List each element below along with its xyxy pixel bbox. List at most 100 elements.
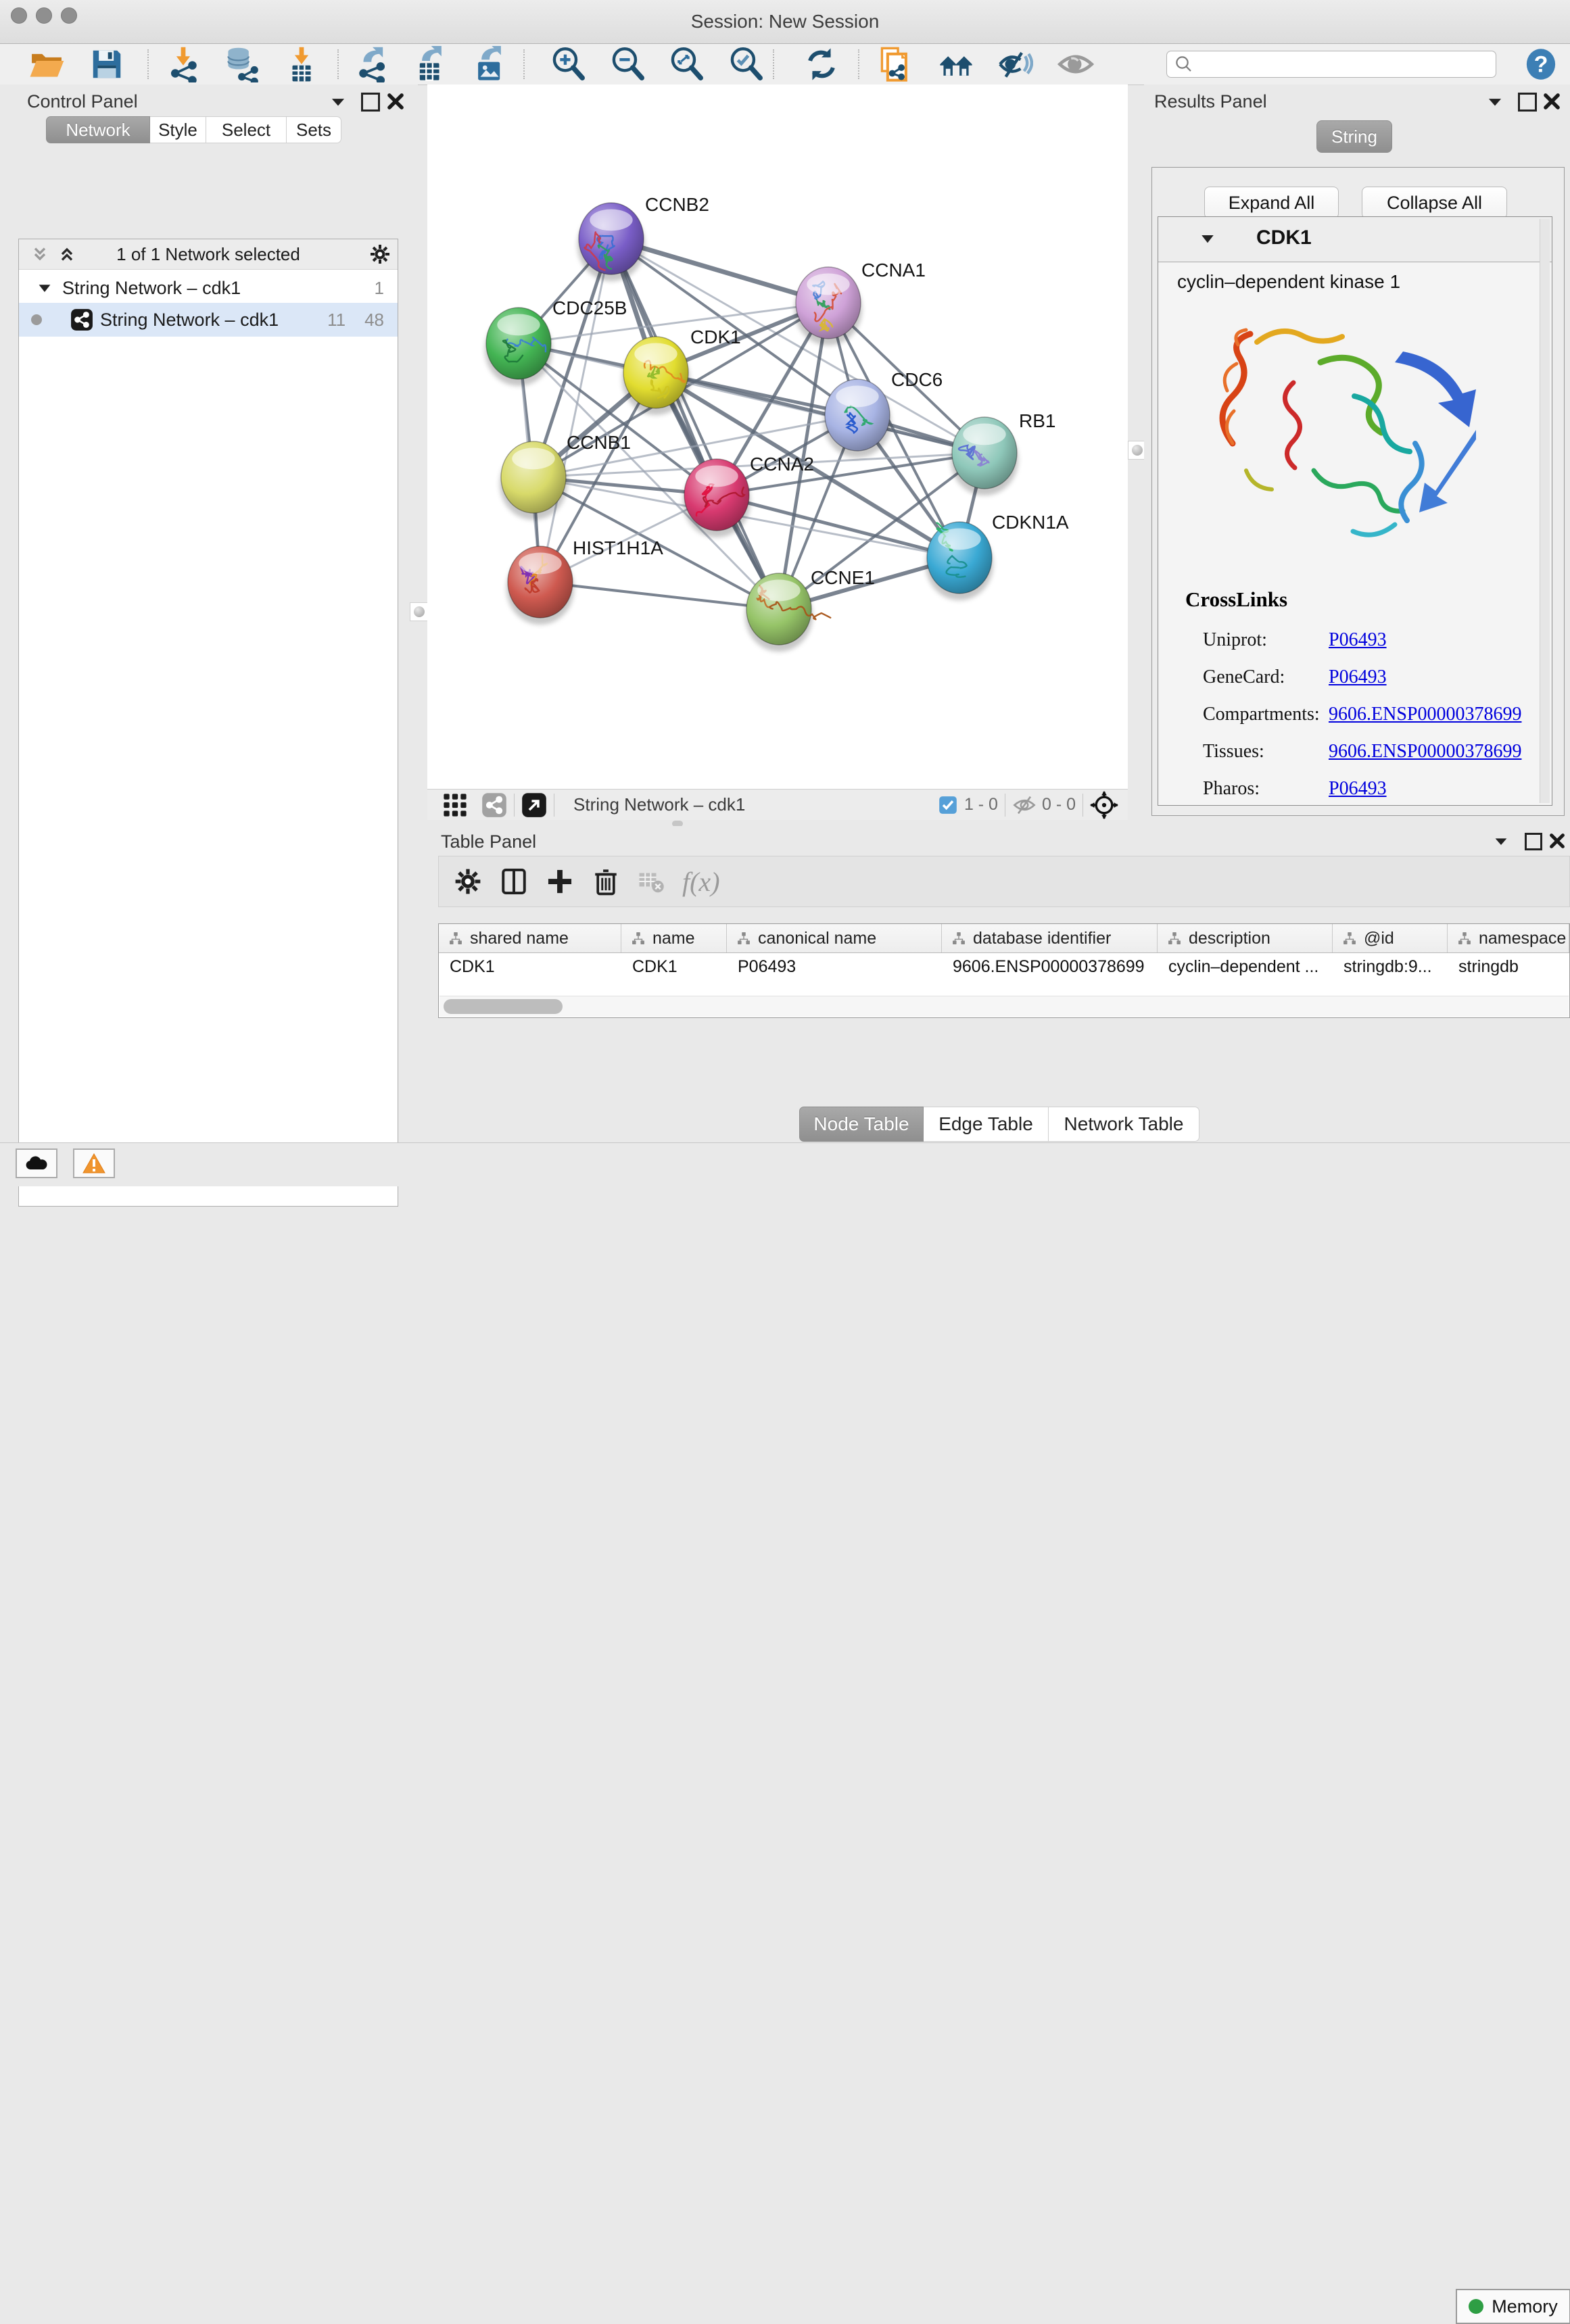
tab-string[interactable]: String [1316,120,1392,153]
control-panel-menu-icon[interactable] [329,94,347,109]
selected-counts: 1 - 0 [964,795,998,815]
table-panel-menu-icon[interactable] [1493,834,1509,848]
crosslink-label: GeneCard: [1203,667,1329,688]
zoom-fit-button[interactable] [668,45,706,83]
goto-network-icon[interactable] [521,792,547,818]
column-header-description[interactable]: description [1158,924,1333,952]
results-panel-close-icon[interactable] [1543,93,1561,110]
column-header-id[interactable]: @id [1333,924,1448,952]
memory-button[interactable]: Memory [1456,2289,1570,2324]
table-cell[interactable]: stringdb:9... [1333,953,1448,980]
warning-status-button[interactable] [73,1148,115,1178]
tab-network-table[interactable]: Network Table [1049,1107,1199,1142]
column-header-databaseidentifier[interactable]: database identifier [942,924,1158,952]
crosslink-link[interactable]: P06493 [1329,778,1387,800]
result-card-header[interactable]: CDK1 [1158,217,1552,262]
hidden-eye-icon[interactable] [1012,795,1037,815]
node-label: CDK1 [690,326,741,347]
search-field[interactable] [1166,51,1496,78]
selected-checkbox-icon[interactable] [938,796,957,815]
import-table-button[interactable] [283,45,320,83]
crosslink-link[interactable]: 9606.ENSP00000378699 [1329,704,1521,725]
first-neighbors-button[interactable] [876,45,913,83]
control-panel: Control Panel NetworkStyleSelectSets 1 o… [0,84,418,1142]
export-network-button[interactable] [354,45,391,83]
help-button[interactable]: ? [1522,45,1560,83]
tab-node-table[interactable]: Node Table [799,1107,924,1142]
delete-column-trash-icon[interactable] [592,867,620,896]
refresh-button[interactable] [803,45,840,83]
zoom-in-button[interactable] [550,45,588,83]
save-session-button[interactable] [88,45,126,83]
table-horizontal-scrollbar[interactable] [439,996,1569,1017]
table-row[interactable]: CDK1CDK1P064939606.ENSP00000378699cyclin… [439,953,1569,980]
network-edge-count: 48 [364,310,384,331]
node-label: CCNB1 [567,432,631,453]
network-options-gear-icon[interactable] [369,243,391,265]
toolbar-separator [858,49,859,79]
table-cell[interactable]: 9606.ENSP00000378699 [942,953,1158,980]
network-share-icon[interactable] [481,792,507,818]
results-scrollbar[interactable] [1540,219,1550,803]
crosslink-link[interactable]: P06493 [1329,667,1387,688]
birdseye-grid-icon[interactable] [442,792,468,818]
hide-glass-button[interactable] [996,45,1034,83]
expand-all-button[interactable]: Expand All [1204,187,1339,219]
export-table-button[interactable] [411,45,449,83]
table-cell[interactable]: cyclin–dependent ... [1158,953,1333,980]
left-splitter-handle[interactable] [410,602,429,621]
table-cell[interactable]: CDK1 [439,953,621,980]
tab-style[interactable]: Style [150,116,206,143]
control-panel-close-icon[interactable] [387,93,404,110]
scrollbar-thumb[interactable] [444,999,563,1014]
control-panel-tabs: NetworkStyleSelectSets [46,116,341,143]
column-header-canonicalname[interactable]: canonical name [727,924,942,952]
gene-description: cyclin–dependent kinase 1 [1177,271,1400,293]
table-gear-icon[interactable] [454,867,482,896]
results-panel-menu-icon[interactable] [1486,94,1504,109]
table-panel-float-icon[interactable] [1525,833,1542,850]
crosslink-link[interactable]: 9606.ENSP00000378699 [1329,741,1521,762]
column-header-sharedname[interactable]: shared name [439,924,621,952]
tab-network[interactable]: Network [46,116,150,143]
tab-select[interactable]: Select [206,116,287,143]
tab-edge-table[interactable]: Edge Table [924,1107,1049,1142]
fit-selected-crosshair-icon[interactable] [1090,791,1118,819]
show-columns-icon[interactable] [500,867,528,896]
show-glass-button[interactable] [1057,45,1095,83]
import-network-from-database-button[interactable] [222,45,260,83]
string-home-button[interactable] [937,45,975,83]
results-panel-float-icon[interactable] [1518,93,1537,112]
open-session-button[interactable] [28,45,66,83]
table-panel-close-icon[interactable] [1549,833,1565,849]
zoom-selected-icon [728,46,765,82]
network-canvas[interactable]: CCNB2CCNA1CDC25BCDK1CDC6RB1CCNB1CCNA2CDK… [427,84,1128,789]
tree-expander-icon[interactable] [37,281,53,295]
collapse-entry-icon[interactable] [1199,232,1216,245]
table-cell[interactable]: CDK1 [621,953,727,980]
table-cell[interactable]: P06493 [727,953,942,980]
table-cell[interactable]: stringdb [1448,953,1569,980]
cloud-status-button[interactable] [16,1148,57,1178]
network-collection-row[interactable]: String Network – cdk1 1 [19,273,398,303]
network-graph[interactable]: CCNB2CCNA1CDC25BCDK1CDC6RB1CCNB1CCNA2CDK… [427,84,1128,789]
node-label: CDC6 [891,369,943,390]
export-image-button[interactable] [471,45,508,83]
column-source-icon [1167,931,1182,946]
zoom-out-button[interactable] [609,45,647,83]
control-panel-float-icon[interactable] [361,93,380,112]
zoom-selected-button[interactable] [728,45,765,83]
collapse-all-button[interactable]: Collapse All [1362,187,1507,219]
collapse-all-chevrons-icon[interactable] [30,245,50,264]
node-label: CCNB2 [645,194,709,215]
expand-all-chevrons-icon[interactable] [57,245,77,264]
crosslink-row: Compartments: 9606.ENSP00000378699 [1203,696,1541,733]
tab-sets[interactable]: Sets [287,116,341,143]
main-toolbar: ? [0,44,1570,85]
column-header-namespace[interactable]: namespace [1448,924,1569,952]
import-network-button[interactable] [164,45,202,83]
network-row-selected[interactable]: String Network – cdk1 11 48 [19,303,398,337]
add-column-icon[interactable] [546,867,574,896]
crosslink-link[interactable]: P06493 [1329,629,1387,651]
column-header-name[interactable]: name [621,924,727,952]
